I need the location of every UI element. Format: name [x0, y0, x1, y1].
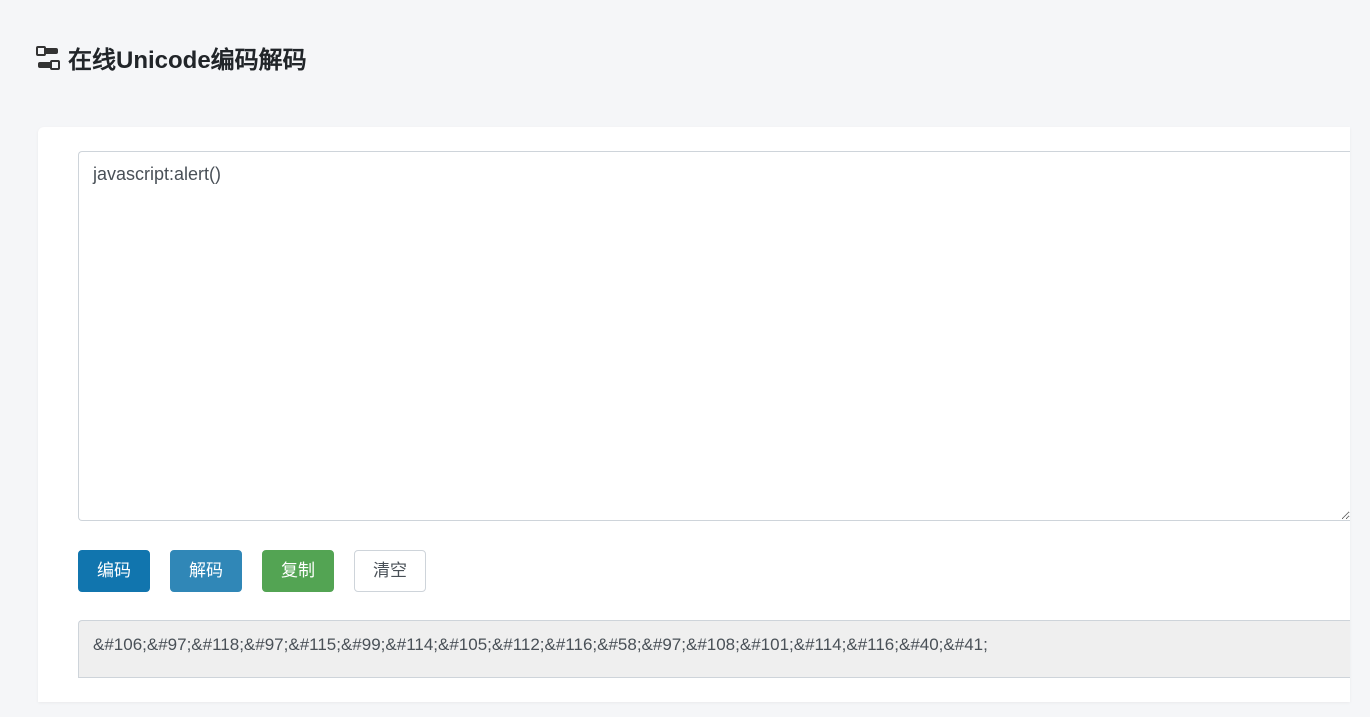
encode-button[interactable]: 编码: [78, 550, 150, 592]
page-header: 在线Unicode编码解码: [38, 40, 1350, 75]
tool-card: 编码 解码 复制 清空 &#106;&#97;&#118;&#97;&#115;…: [38, 127, 1350, 702]
tool-icon: [38, 48, 58, 68]
output-area[interactable]: &#106;&#97;&#118;&#97;&#115;&#99;&#114;&…: [78, 620, 1350, 678]
clear-button[interactable]: 清空: [354, 550, 426, 592]
copy-button[interactable]: 复制: [262, 550, 334, 592]
page-container: 在线Unicode编码解码 编码 解码 复制 清空 &#106;&#97;&#1…: [0, 0, 1370, 702]
input-textarea[interactable]: [78, 151, 1350, 521]
button-row: 编码 解码 复制 清空: [78, 550, 1350, 592]
decode-button[interactable]: 解码: [170, 550, 242, 592]
page-title: 在线Unicode编码解码: [68, 40, 307, 75]
